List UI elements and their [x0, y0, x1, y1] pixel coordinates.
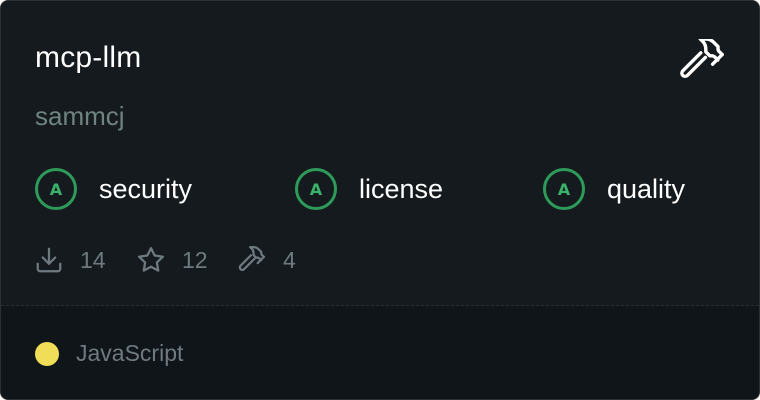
author-name[interactable]: sammcj: [35, 99, 125, 133]
grade-label: quality: [607, 174, 686, 204]
hammer-icon[interactable]: [679, 37, 727, 81]
grade-security: A security: [35, 166, 192, 212]
grade-badge: A: [35, 168, 77, 210]
hammer-icon: [237, 245, 267, 275]
stat-downloads: 14: [34, 243, 106, 277]
server-card[interactable]: mcp-llm sammcj A security A license A qu…: [0, 0, 760, 400]
language-label: JavaScript: [76, 340, 184, 366]
grade-label: security: [99, 174, 193, 204]
grade-license: A license: [295, 166, 443, 212]
grade-label: license: [359, 174, 444, 204]
downloads-count: 14: [80, 246, 106, 273]
server-name[interactable]: mcp-llm: [35, 39, 141, 77]
grade-badge: A: [295, 168, 337, 210]
tools-count: 4: [283, 246, 296, 273]
star-icon: [136, 245, 166, 275]
stat-stars: 12: [136, 243, 208, 277]
stars-count: 12: [182, 246, 208, 273]
stat-tools: 4: [237, 243, 296, 277]
grade-quality: A quality: [543, 166, 685, 212]
download-icon: [34, 245, 64, 275]
language-color-dot: [35, 342, 59, 366]
grade-badge: A: [543, 168, 585, 210]
